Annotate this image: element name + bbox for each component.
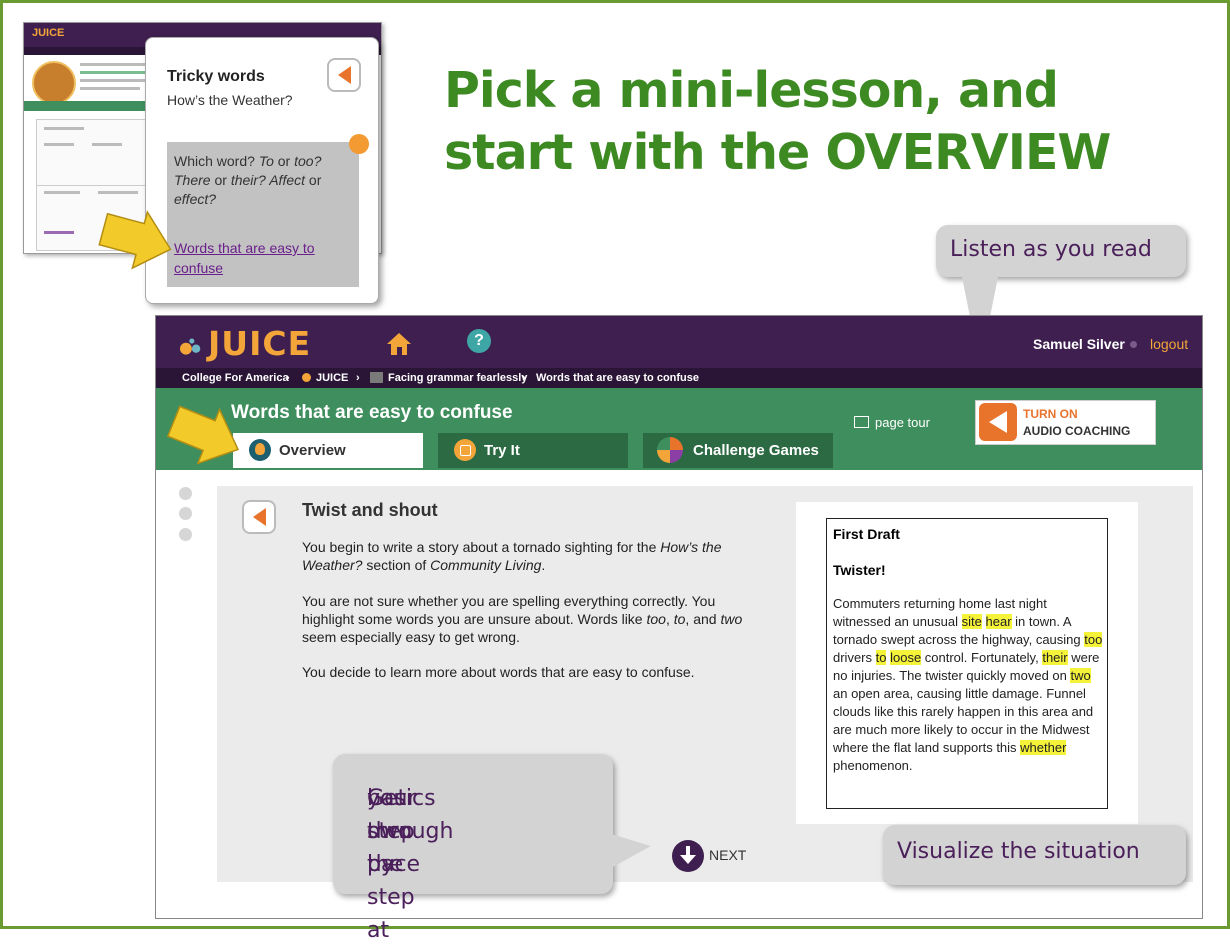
juice-mini-icon (302, 373, 311, 382)
breadcrumb-chevron-icon: › (356, 372, 360, 384)
map-icon (854, 416, 869, 428)
lesson-paragraph: You decide to learn more about words tha… (302, 664, 695, 680)
thumbnail-text-line (80, 87, 140, 90)
next-button[interactable]: NEXT (709, 847, 746, 863)
thumbnail-text-line (92, 143, 122, 146)
checkbox-icon (454, 439, 476, 461)
desc-text: or (273, 153, 295, 169)
desc-text: effect? (174, 191, 217, 207)
page-tour-label: page tour (875, 415, 930, 430)
basics-callout: Get through the basics step by step at you… (333, 754, 651, 943)
thumbnail-text-line (44, 191, 80, 194)
thumbnail-green-band (24, 101, 164, 111)
home-icon[interactable] (386, 331, 412, 357)
step-dot[interactable] (179, 507, 192, 520)
desc-text: too? (294, 153, 322, 169)
lesson-title: Twist and shout (302, 500, 438, 520)
desc-text: To (258, 153, 274, 169)
top-navbar: JUICE ? Samuel Silver logout (156, 316, 1202, 368)
step-dot[interactable] (179, 528, 192, 541)
tab-try-it-label: Try It (484, 442, 520, 459)
audio-label-2: AUDIO COACHING (1023, 424, 1131, 438)
lesson-paragraph: You begin to write a story about a torna… (302, 539, 722, 573)
separator-dot (1130, 341, 1137, 348)
breadcrumb-current: Words that are easy to confuse (536, 372, 700, 384)
thumbnail-link-line (44, 231, 74, 234)
thumbnail-text-line (44, 143, 74, 146)
breadcrumb-college[interactable]: College For America (182, 372, 289, 384)
thumbnail-text-line (80, 63, 150, 66)
thumbnail-logo: JUICE (32, 27, 65, 39)
next-arrow-icon[interactable] (672, 840, 704, 872)
audio-coaching-button[interactable]: TURN ON AUDIO COACHING (975, 400, 1156, 445)
first-draft-box: First Draft Twister! Commuters returning… (826, 518, 1108, 809)
pointer-arrow-icon (166, 405, 240, 465)
tab-overview[interactable]: Overview (233, 433, 423, 468)
headline-line-1: Pick a mini-lesson, and (444, 62, 1059, 119)
breadcrumb-juice[interactable]: JUICE (316, 372, 348, 384)
juice-logo-icon (180, 338, 201, 355)
breadcrumb-chevron-icon: › (522, 372, 526, 384)
lesson-thumb-icon (370, 372, 383, 383)
tab-challenge-label: Challenge Games (693, 442, 819, 459)
headline-line-2: start with the OVERVIEW (444, 124, 1111, 181)
thumbnail-text-line (44, 127, 84, 130)
speaker-icon[interactable] (242, 500, 276, 534)
popup-description-box[interactable]: Which word? To or too? There or their? A… (167, 134, 369, 287)
tab-overview-label: Overview (279, 442, 346, 459)
visualize-callout-text: Visualize the situation (897, 839, 1140, 864)
popup-description: Which word? To or too? There or their? A… (174, 152, 356, 209)
pointer-arrow-icon (98, 210, 172, 270)
breadcrumb-course[interactable]: Facing grammar fearlessly (388, 372, 527, 384)
thumbnail-text-line (80, 79, 155, 82)
speaker-icon[interactable] (327, 58, 361, 92)
lesson-popup-card[interactable]: Tricky words How’s the Weather? Which wo… (145, 37, 379, 304)
draft-text: Commuters returning home last night witn… (833, 596, 1103, 773)
speaker-icon (979, 403, 1017, 441)
page-title: Words that are easy to confuse (231, 402, 513, 423)
popup-title: Tricky words (167, 68, 265, 85)
page-tour-link[interactable]: page tour (854, 415, 930, 430)
help-icon[interactable]: ? (467, 329, 491, 353)
listen-callout-text: Listen as you read (950, 237, 1152, 262)
first-draft-panel: First Draft Twister! Commuters returning… (796, 502, 1138, 824)
lightbulb-icon (249, 439, 271, 461)
desc-text: or (210, 172, 231, 188)
popup-lesson-link[interactable]: Words that are easy to confuse (174, 238, 344, 278)
audio-label-1: TURN ON (1023, 407, 1078, 421)
callout-tail (611, 834, 651, 868)
tab-try-it[interactable]: Try It (438, 433, 628, 468)
logout-link[interactable]: logout (1150, 336, 1188, 352)
desc-text: Affect (265, 172, 306, 188)
popup-subtitle: How’s the Weather? (167, 92, 293, 108)
juice-logo[interactable]: JUICE (208, 324, 311, 363)
thumbnail-hero-image (32, 61, 76, 105)
lesson-paragraph: You are not sure whether you are spellin… (302, 593, 743, 645)
desc-text: There (174, 172, 211, 188)
slide-headline: Pick a mini-lesson, and start with the O… (444, 60, 1164, 184)
breadcrumb-chevron-icon: › (286, 372, 290, 384)
thumbnail-text-line (98, 191, 138, 194)
step-dot[interactable] (179, 487, 192, 500)
games-wheel-icon (657, 437, 683, 463)
desc-text: their? (230, 172, 266, 188)
user-name: Samuel Silver (1033, 336, 1125, 352)
desc-text: Which word? (174, 153, 259, 169)
listen-callout: Listen as you read (936, 225, 1186, 367)
desc-text: or (305, 172, 322, 188)
draft-title: Twister! (833, 562, 886, 578)
tab-challenge-games[interactable]: Challenge Games (643, 433, 833, 468)
orange-badge-icon (349, 134, 369, 154)
breadcrumb: College For America › JUICE › Facing gra… (156, 368, 1202, 388)
draft-heading: First Draft (833, 526, 900, 542)
visualize-callout: Visualize the situation (883, 825, 1186, 885)
